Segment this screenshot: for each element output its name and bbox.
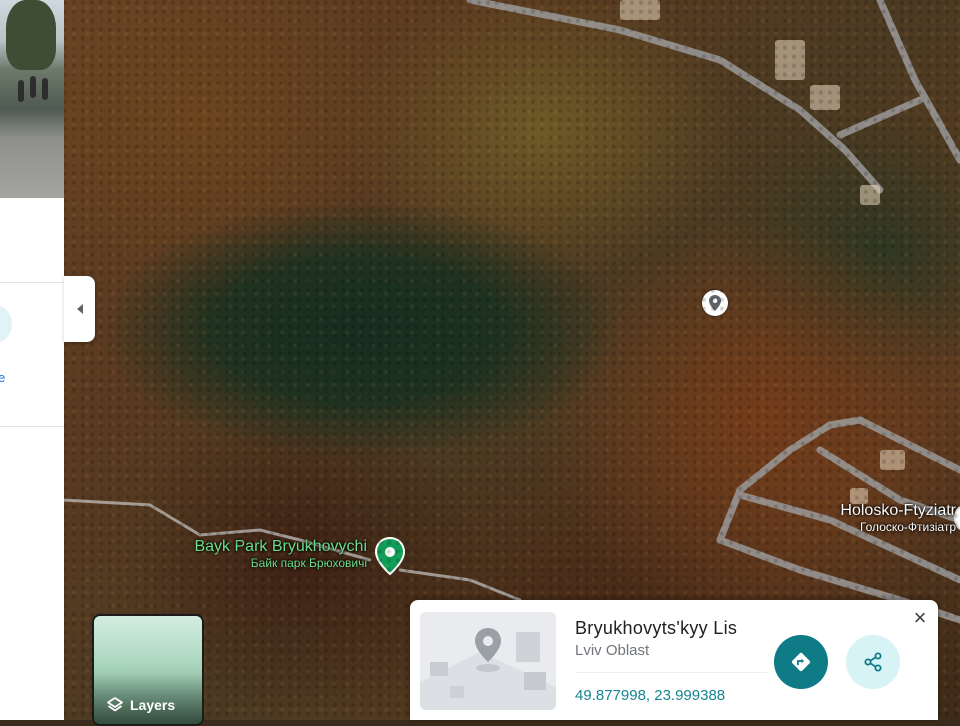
building	[620, 0, 660, 20]
pedestrian-image	[30, 76, 36, 98]
action-circle-button[interactable]	[0, 304, 12, 344]
divider	[0, 282, 64, 283]
place-label-name: Bayk Park Bryukhovychi	[194, 538, 367, 555]
dropped-location-pin[interactable]	[702, 290, 728, 316]
side-panel: e	[0, 198, 64, 720]
layers-icon	[107, 697, 123, 712]
share-button[interactable]	[846, 635, 900, 689]
layers-label-group: Layers	[106, 696, 175, 714]
place-label-name: Holosko-Ftyziatr	[840, 502, 956, 519]
tree-image	[6, 0, 56, 70]
place-title: Bryukhovyts'kyy Lis	[575, 618, 738, 638]
directions-button[interactable]	[774, 635, 828, 689]
partial-action-label: e	[0, 370, 6, 385]
place-info-card[interactable]: Bryukhovyts'kyy Lis Lviv Oblast 49.87799…	[410, 600, 938, 720]
place-label-local-name: Байк парк Брюховичі	[250, 556, 367, 570]
divider	[575, 672, 767, 673]
green-place-pin-icon[interactable]	[374, 536, 406, 576]
place-label-bayk-park[interactable]: Bayk Park Bryukhovychi Байк парк Брюхови…	[142, 538, 367, 571]
share-icon	[864, 652, 882, 672]
building	[775, 40, 805, 80]
pedestrian-image	[42, 78, 48, 100]
layers-label: Layers	[130, 697, 176, 713]
building	[810, 85, 840, 110]
location-pin-icon	[709, 295, 721, 311]
divider	[0, 426, 64, 427]
road-right-diagonal	[876, 0, 960, 164]
chevron-left-icon	[76, 304, 83, 314]
place-thumbnail-illustration	[420, 612, 556, 710]
street-view-thumbnail[interactable]	[0, 0, 64, 198]
building	[880, 450, 905, 470]
road-branch	[836, 96, 924, 139]
directions-icon	[791, 652, 811, 672]
close-card-button[interactable]: ×	[908, 605, 932, 630]
place-coordinates[interactable]: 49.877998, 23.999388	[575, 687, 725, 704]
layers-button[interactable]: Layers	[92, 614, 204, 726]
place-label-local-name: Голоско-Фтизіатр	[859, 520, 956, 534]
close-icon: ×	[913, 605, 927, 630]
trail-right	[398, 568, 522, 602]
building	[860, 185, 880, 205]
pedestrian-image	[18, 80, 24, 102]
place-thumbnail[interactable]	[420, 612, 556, 710]
place-label-holosko[interactable]: Holosko-Ftyziatr Голоско-Фтизіатр	[800, 502, 956, 535]
place-region: Lviv Oblast	[575, 642, 650, 659]
collapse-side-panel-button[interactable]	[64, 276, 95, 342]
